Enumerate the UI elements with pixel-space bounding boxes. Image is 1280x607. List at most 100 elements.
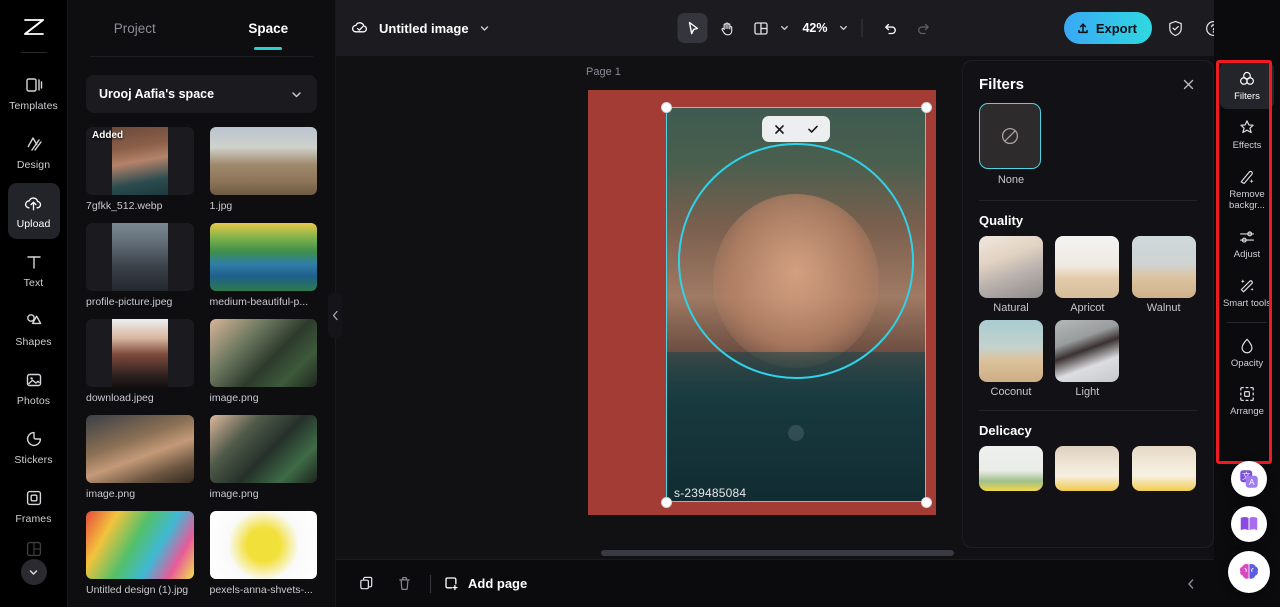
asset-item[interactable]: download.jpeg — [86, 319, 194, 405]
bottom-toolbar-divider — [430, 574, 431, 593]
resize-handle-bottom-right[interactable] — [920, 496, 932, 508]
shield-check-button[interactable] — [1160, 13, 1190, 43]
selected-image-frame[interactable]: s-239485084 — [660, 101, 932, 508]
canvas-page[interactable]: s-239485084 — [588, 90, 936, 515]
hand-tool-button[interactable] — [711, 13, 741, 43]
redo-button[interactable] — [909, 13, 939, 43]
filter-tile[interactable] — [979, 446, 1043, 491]
asset-thumbnail: Added — [86, 127, 194, 195]
asset-thumbnail — [209, 223, 317, 291]
right-item-label: Filters — [1234, 91, 1260, 102]
add-page-button[interactable]: Add page — [443, 575, 527, 592]
filters-grid-delicacy — [963, 446, 1213, 491]
filter-label: Natural — [993, 302, 1029, 314]
sidebar-item-templates[interactable]: Templates — [8, 65, 60, 121]
delete-page-button[interactable] — [390, 570, 418, 598]
panel-collapse-handle[interactable] — [328, 292, 342, 338]
right-item-arrange[interactable]: Arrange — [1220, 377, 1274, 424]
asset-item[interactable]: 1.jpg — [209, 127, 317, 213]
asset-item[interactable]: image.png — [209, 415, 317, 501]
right-item-adjust[interactable]: Adjust — [1220, 220, 1274, 267]
sidebar-item-upload[interactable]: Upload — [7, 183, 60, 239]
sidebar-more-button[interactable] — [20, 559, 47, 585]
asset-item[interactable]: pexels-anna-shvets-... — [209, 511, 317, 597]
select-tool-button[interactable] — [677, 13, 708, 43]
tutorial-fab[interactable] — [1231, 506, 1267, 542]
stickers-icon — [24, 428, 44, 450]
filter-none-tile[interactable] — [979, 103, 1041, 169]
filter-tile[interactable] — [1131, 446, 1196, 491]
svg-text:A: A — [1249, 478, 1255, 487]
asset-item[interactable]: profile-picture.jpeg — [86, 223, 194, 309]
page-label: Page 1 — [586, 66, 621, 78]
toolbar-divider — [861, 19, 863, 37]
trash-icon — [396, 575, 413, 592]
right-item-smart-tools[interactable]: Smart tools — [1220, 269, 1274, 316]
filter-swatch — [979, 320, 1043, 382]
zoom-chevron-down-icon[interactable] — [838, 22, 850, 34]
duplicate-page-icon — [358, 575, 375, 592]
translate-fab[interactable]: 文A — [1231, 461, 1267, 497]
arrange-icon — [1237, 384, 1257, 404]
check-icon — [806, 122, 820, 136]
cancel-crop-button[interactable] — [767, 118, 791, 140]
filter-tile[interactable]: Walnut — [1131, 236, 1196, 314]
asset-item[interactable]: Added 7gfkk_512.webp — [86, 127, 194, 213]
duplicate-page-button[interactable] — [352, 570, 380, 598]
tab-space[interactable]: Space — [202, 0, 336, 56]
asset-thumbnail — [86, 223, 194, 291]
translate-icon: 文A — [1238, 468, 1260, 490]
ai-assistant-fab[interactable] — [1228, 551, 1270, 593]
sidebar-item-shapes[interactable]: Shapes — [8, 301, 60, 357]
resize-handle-top-left[interactable] — [660, 101, 672, 113]
undo-button[interactable] — [875, 13, 905, 43]
layout-icon-wrap[interactable] — [745, 13, 775, 43]
undo-icon — [881, 20, 898, 37]
sidebar-item-stickers[interactable]: Stickers — [8, 419, 60, 475]
close-filters-button[interactable] — [1179, 75, 1197, 93]
filter-tile[interactable]: Apricot — [1055, 236, 1120, 314]
prev-page-button[interactable] — [1183, 576, 1199, 592]
tab-project[interactable]: Project — [68, 0, 202, 56]
asset-item[interactable]: image.png — [86, 415, 194, 501]
canvas-horizontal-scrollbar[interactable] — [601, 550, 954, 556]
right-item-filters[interactable]: Filters — [1220, 62, 1274, 109]
rotate-handle[interactable] — [788, 425, 804, 441]
floating-action-buttons: 文A — [1228, 461, 1270, 593]
close-icon — [773, 123, 786, 136]
sidebar-item-design[interactable]: Design — [8, 124, 60, 180]
add-page-label: Add page — [468, 576, 528, 591]
zoom-level[interactable]: 42% — [802, 21, 827, 35]
layout-tool-button[interactable] — [745, 13, 790, 43]
right-item-opacity[interactable]: Opacity — [1220, 329, 1274, 376]
resize-handle-top-right[interactable] — [920, 101, 932, 113]
accept-crop-button[interactable] — [801, 118, 825, 140]
sidebar-item-label: Design — [16, 159, 51, 171]
space-selector[interactable]: Urooj Aafia's space — [86, 75, 317, 113]
asset-item[interactable]: Untitled design (1).jpg — [86, 511, 194, 597]
filter-tile[interactable]: Coconut — [979, 320, 1043, 398]
filter-label: Apricot — [1070, 302, 1105, 314]
design-icon — [24, 133, 44, 155]
right-item-label: Adjust — [1233, 248, 1261, 260]
asset-item[interactable]: medium-beautiful-p... — [209, 223, 317, 309]
asset-item[interactable]: image.png — [209, 319, 317, 405]
filter-tile[interactable]: Natural — [979, 236, 1043, 314]
right-item-remove-background[interactable]: Remove backgr... — [1220, 160, 1274, 218]
sidebar-item-more-ghost — [24, 539, 44, 559]
document-title: Untitled image — [379, 20, 469, 36]
filter-tile[interactable] — [1055, 446, 1120, 491]
sidebar-item-frames[interactable]: Frames — [8, 478, 60, 534]
resize-handle-bottom-left[interactable] — [660, 496, 672, 508]
sidebar-item-photos[interactable]: Photos — [8, 360, 60, 416]
filter-tile[interactable]: Light — [1055, 320, 1120, 398]
right-item-effects[interactable]: Effects — [1220, 111, 1274, 158]
asset-thumbnail — [86, 319, 194, 387]
export-button[interactable]: Export — [1063, 12, 1152, 44]
capcut-editor: Templates Design Upload Text Shapes Phot… — [0, 0, 1280, 607]
filter-label: Light — [1075, 386, 1100, 398]
capcut-logo[interactable] — [16, 10, 52, 46]
asset-filename: image.png — [86, 488, 136, 500]
sidebar-item-text[interactable]: Text — [8, 242, 60, 298]
document-name[interactable]: Untitled image — [350, 18, 491, 38]
